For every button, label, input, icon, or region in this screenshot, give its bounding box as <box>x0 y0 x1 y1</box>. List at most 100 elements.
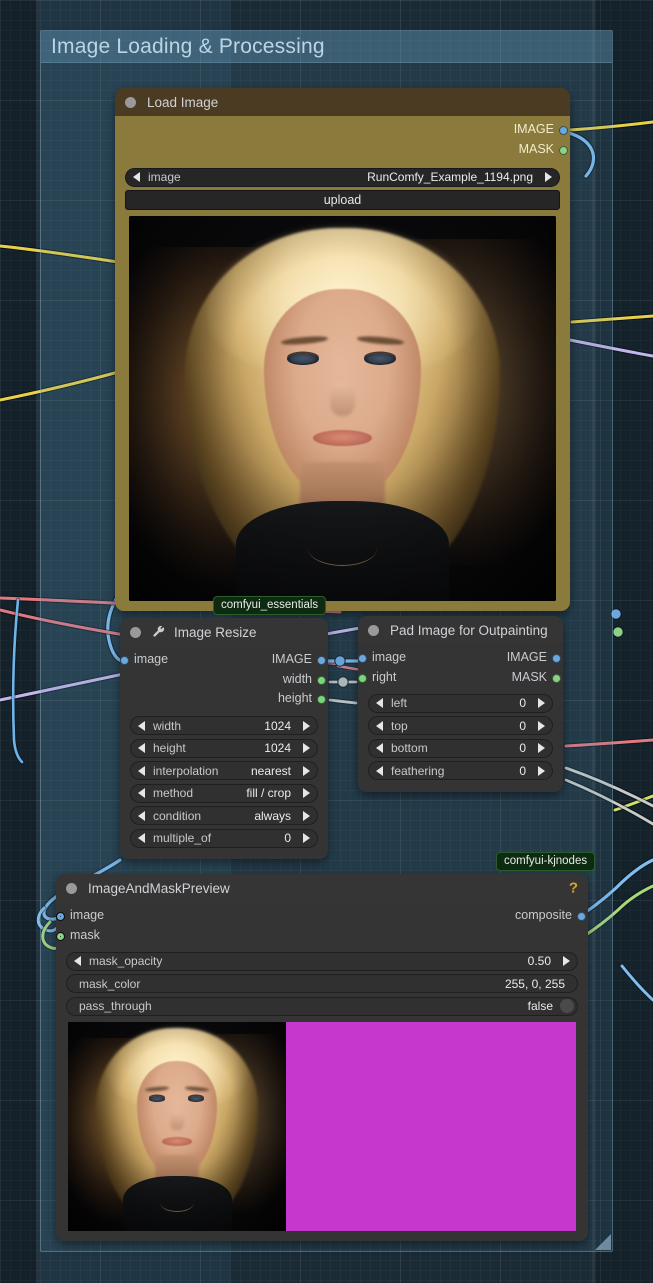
widget-width[interactable]: width 1024 <box>130 716 318 735</box>
widget-method-value: fill / crop <box>246 786 291 800</box>
widget-left[interactable]: left 0 <box>368 693 553 713</box>
slot-row-mask-out: MASK <box>115 141 570 161</box>
output-label-mask: MASK <box>518 141 554 156</box>
output-dot-height[interactable] <box>317 695 326 704</box>
node-image-and-mask-preview-title-bar[interactable]: ImageAndMaskPreview ? <box>56 874 588 902</box>
upload-button[interactable]: upload <box>125 190 560 210</box>
widget-image-combo[interactable]: image RunComfy_Example_1194.png <box>125 167 560 187</box>
output-dot-image[interactable] <box>559 126 568 135</box>
chevron-right-icon[interactable] <box>303 810 310 821</box>
widget-condition-label: condition <box>153 808 202 823</box>
toggle-knob-icon[interactable] <box>560 999 574 1013</box>
collapse-dot-icon[interactable] <box>125 96 136 108</box>
node-image-and-mask-preview-body: image composite mask mask_opacity 0.50 m… <box>56 902 588 1241</box>
widget-top[interactable]: top 0 <box>368 716 553 735</box>
node-load-image-title-bar[interactable]: Load Image <box>115 88 570 116</box>
widget-feathering[interactable]: feathering 0 <box>368 761 553 780</box>
load-image-preview[interactable] <box>129 216 556 601</box>
widget-height[interactable]: height 1024 <box>130 738 318 758</box>
chevron-right-icon[interactable] <box>545 172 552 182</box>
input-dot-image[interactable] <box>56 912 65 921</box>
chevron-right-icon[interactable] <box>303 833 310 843</box>
input-dot-mask[interactable] <box>56 931 65 941</box>
chevron-left-icon[interactable] <box>138 810 145 821</box>
widget-left-label: left <box>391 696 408 710</box>
portrait-image-small <box>68 1021 286 1231</box>
chevron-right-icon[interactable] <box>303 720 310 731</box>
chevron-left-icon[interactable] <box>138 833 145 843</box>
graph-canvas[interactable]: Image Loading & Processing Load Image IM… <box>0 0 653 1283</box>
widget-top-value: 0 <box>519 718 526 733</box>
slot-row-pad-1: image IMAGE <box>358 649 563 669</box>
group-resize-handle[interactable] <box>595 1234 611 1250</box>
widget-height-value: 1024 <box>264 741 291 755</box>
chevron-left-icon[interactable] <box>74 956 81 966</box>
chevron-left-icon[interactable] <box>376 765 383 776</box>
collapse-dot-icon[interactable] <box>130 626 141 638</box>
input-label-image: image <box>134 652 169 666</box>
output-dot-mask[interactable] <box>559 145 568 155</box>
widget-condition[interactable]: condition always <box>130 806 318 825</box>
node-image-and-mask-preview[interactable]: ImageAndMaskPreview ? image composite ma… <box>56 874 588 1241</box>
widget-image-label: image <box>148 170 181 184</box>
chevron-left-icon[interactable] <box>376 743 383 753</box>
widget-condition-value: always <box>254 808 291 823</box>
widget-method-label: method <box>153 786 194 800</box>
collapse-dot-icon[interactable] <box>368 624 379 636</box>
widget-pass-through[interactable]: pass_through false <box>66 996 578 1016</box>
input-dot-right[interactable] <box>358 673 367 683</box>
node-image-resize-title-bar[interactable]: Image Resize <box>120 618 328 646</box>
node-pad-image-for-outpainting[interactable]: Pad Image for Outpainting image IMAGE ri… <box>358 616 563 792</box>
chevron-right-icon[interactable] <box>303 743 310 753</box>
widget-method[interactable]: method fill / crop <box>130 783 318 803</box>
widget-mask-color-value: 255, 0, 255 <box>504 976 565 991</box>
collapse-dot-icon[interactable] <box>66 882 77 894</box>
input-dot-image[interactable] <box>358 654 367 663</box>
node-load-image-title: Load Image <box>147 94 219 110</box>
help-icon[interactable]: ? <box>569 880 578 897</box>
widget-multiple-of-value: 0 <box>284 831 291 845</box>
widget-pass-through-value: false <box>527 999 553 1013</box>
node-image-and-mask-preview-title: ImageAndMaskPreview <box>88 880 230 896</box>
chevron-right-icon[interactable] <box>538 743 545 753</box>
group-title: Image Loading & Processing <box>51 35 325 58</box>
chevron-right-icon[interactable] <box>538 720 545 731</box>
widget-interpolation-label: interpolation <box>153 763 219 778</box>
output-dot-mask[interactable] <box>552 673 561 683</box>
node-pad-image-title-bar[interactable]: Pad Image for Outpainting <box>358 616 563 644</box>
widget-interpolation-value: nearest <box>250 763 291 778</box>
output-dot-width[interactable] <box>317 675 326 685</box>
chevron-right-icon[interactable] <box>538 698 545 708</box>
node-load-image[interactable]: Load Image IMAGE MASK image RunComfy_Exa… <box>115 88 570 611</box>
preview-composite[interactable] <box>68 1021 576 1231</box>
chevron-left-icon[interactable] <box>133 172 140 182</box>
output-dot-image[interactable] <box>552 654 561 663</box>
slot-row-resize-3: height <box>120 690 328 710</box>
chevron-left-icon[interactable] <box>138 743 145 753</box>
node-image-resize[interactable]: Image Resize image IMAGE width height wi… <box>120 618 328 859</box>
widget-feathering-label: feathering <box>391 763 445 778</box>
portrait-image <box>129 216 556 601</box>
chevron-right-icon[interactable] <box>303 788 310 798</box>
canvas-shade-left <box>0 0 36 1283</box>
chevron-right-icon[interactable] <box>563 956 570 966</box>
output-label-image: IMAGE <box>513 122 554 136</box>
chevron-left-icon[interactable] <box>376 720 383 731</box>
widget-interpolation[interactable]: interpolation nearest <box>130 761 318 780</box>
widget-mask-color[interactable]: mask_color 255, 0, 255 <box>66 974 578 993</box>
chevron-left-icon[interactable] <box>376 698 383 708</box>
chevron-left-icon[interactable] <box>138 765 145 776</box>
output-dot-image[interactable] <box>317 656 326 665</box>
widget-mask-opacity[interactable]: mask_opacity 0.50 <box>66 951 578 971</box>
widget-bottom[interactable]: bottom 0 <box>368 738 553 758</box>
chevron-left-icon[interactable] <box>138 720 145 731</box>
chevron-left-icon[interactable] <box>138 788 145 798</box>
chevron-right-icon[interactable] <box>538 765 545 776</box>
widget-image-value: RunComfy_Example_1194.png <box>367 170 533 184</box>
widget-multiple-of[interactable]: multiple_of 0 <box>130 828 318 848</box>
input-dot-image[interactable] <box>120 656 129 665</box>
widget-feathering-value: 0 <box>519 763 526 778</box>
widget-width-value: 1024 <box>264 718 291 733</box>
output-dot-composite[interactable] <box>577 912 586 921</box>
chevron-right-icon[interactable] <box>303 765 310 776</box>
